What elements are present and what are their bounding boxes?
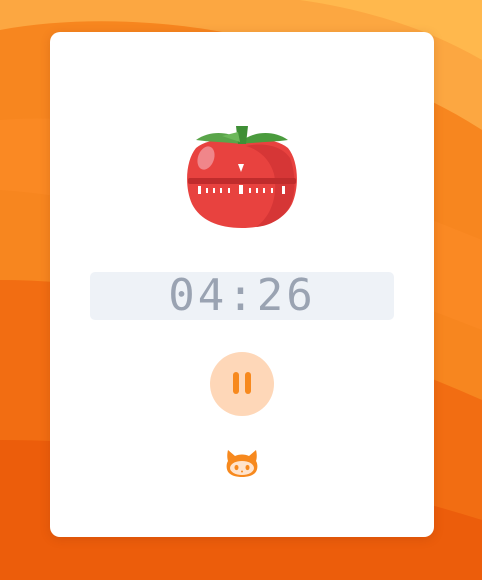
pause-icon: [231, 371, 253, 398]
timer-card: 04:26: [50, 32, 434, 537]
pause-button[interactable]: [210, 352, 274, 416]
tomato-timer-icon: [186, 124, 298, 228]
timer-countdown-text: 04:26: [168, 270, 316, 321]
timer-display: 04:26: [90, 272, 394, 320]
github-link[interactable]: [224, 448, 260, 482]
octocat-icon: [225, 448, 259, 482]
